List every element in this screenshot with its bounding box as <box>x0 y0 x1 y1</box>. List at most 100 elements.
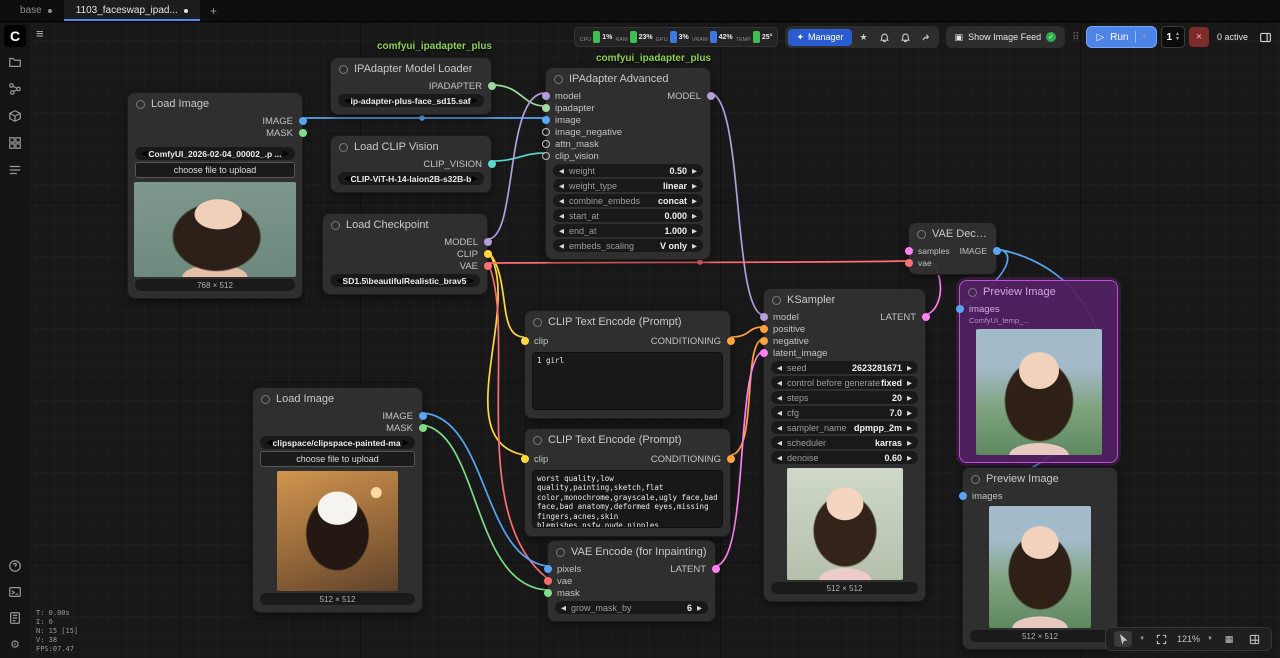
menu-icon[interactable]: ≡ <box>36 26 44 41</box>
grid-toggle-icon[interactable]: ▦ <box>1220 631 1238 647</box>
mask-output-slot[interactable] <box>299 129 307 137</box>
collapse-dot[interactable] <box>971 475 980 484</box>
workflows-icon[interactable] <box>7 54 23 70</box>
image-negative-input-slot[interactable] <box>542 128 550 136</box>
latent-output-slot[interactable] <box>712 565 720 573</box>
conditioning-output-slot[interactable] <box>727 455 735 463</box>
notification-bell-icon[interactable] <box>876 29 894 46</box>
alert-bell-icon[interactable] <box>897 29 915 46</box>
collapse-dot[interactable] <box>968 288 977 297</box>
clip-input-slot[interactable] <box>521 337 529 345</box>
upload-button[interactable]: choose file to upload <box>135 162 295 178</box>
settings-icon[interactable]: ⚙ <box>7 636 23 652</box>
pixels-input-slot[interactable] <box>544 565 552 573</box>
increment-arrow-icon[interactable]: ▶ <box>402 437 409 448</box>
checkpoint-file-combo[interactable]: ◀ SD1.5\beautifulRealistic_brav5... ▶ <box>330 274 480 287</box>
start-at-widget[interactable]: ◀start_at0.000▶ <box>553 209 703 222</box>
model-input-slot[interactable] <box>760 313 768 321</box>
scheduler-widget[interactable]: ◀schedulerkarras▶ <box>771 436 918 449</box>
control-before-generate-widget[interactable]: ◀control before generatefixed▶ <box>771 376 918 389</box>
weight-widget[interactable]: ◀weight0.50▶ <box>553 164 703 177</box>
prompt-textarea[interactable]: 1 girl <box>532 352 723 410</box>
star-icon[interactable]: ★ <box>855 29 873 46</box>
node-clip-text-encode-positive[interactable]: CLIP Text Encode (Prompt) clip CONDITION… <box>524 310 731 419</box>
sampler-name-widget[interactable]: ◀sampler_namedpmpp_2m▶ <box>771 421 918 434</box>
node-ipadapter-advanced[interactable]: IPAdapter Advanced model MODEL ipadapter… <box>545 67 711 260</box>
batch-count-stepper[interactable]: 1 ▲▼ <box>1161 26 1185 48</box>
image-output-slot[interactable] <box>993 247 1001 255</box>
collapse-dot[interactable] <box>331 221 340 230</box>
extensions-icon[interactable] <box>7 135 23 151</box>
collapse-dot[interactable] <box>533 436 542 445</box>
new-tab-button[interactable]: + <box>200 0 227 21</box>
queue-icon[interactable] <box>7 162 23 178</box>
vae-output-slot[interactable] <box>484 262 492 270</box>
run-button[interactable]: ▷ Run ▼ <box>1086 26 1157 48</box>
node-ksampler[interactable]: KSampler model LATENT positive negative … <box>763 288 926 602</box>
collapse-dot[interactable] <box>556 548 565 557</box>
node-ipadapter-model-loader[interactable]: IPAdapter Model Loader IPADAPTER ◀ ip-ad… <box>330 57 492 115</box>
node-load-image-bottom[interactable]: Load Image IMAGE MASK ◀ clipspace/clipsp… <box>252 387 423 613</box>
samples-input-slot[interactable] <box>905 247 913 255</box>
pointer-tool-icon[interactable] <box>1114 631 1132 647</box>
clip-output-slot[interactable] <box>484 250 492 258</box>
manager-button[interactable]: ✦ Manager <box>788 29 851 46</box>
collapse-dot[interactable] <box>261 395 270 404</box>
images-input-slot[interactable] <box>959 492 967 500</box>
prompt-textarea[interactable]: worst quality,low quality,painting,sketc… <box>532 470 723 528</box>
collapse-dot[interactable] <box>772 296 781 305</box>
image-file-combo[interactable]: ◀ clipspace/clipspace-painted-ma ... ▶ <box>260 436 415 449</box>
latent-image-input-slot[interactable] <box>760 349 768 357</box>
vae-input-slot[interactable] <box>544 577 552 585</box>
increment-arrow-icon[interactable]: ▶ <box>471 173 478 184</box>
negative-input-slot[interactable] <box>760 337 768 345</box>
grow-mask-by-widget[interactable]: ◀grow_mask_by6▶ <box>555 601 708 614</box>
minimap-toggle-icon[interactable] <box>1245 631 1263 647</box>
chevron-down-icon[interactable]: ▼ <box>1207 636 1213 642</box>
ipadapter-output-slot[interactable] <box>488 82 496 90</box>
positive-input-slot[interactable] <box>760 325 768 333</box>
fit-view-icon[interactable] <box>1152 631 1170 647</box>
weight-type-widget[interactable]: ◀weight_typelinear▶ <box>553 179 703 192</box>
collapse-dot[interactable] <box>554 75 563 84</box>
collapse-dot[interactable] <box>136 100 145 109</box>
collapse-dot[interactable] <box>339 65 348 74</box>
tab-base[interactable]: base <box>8 0 64 21</box>
stepper-arrows-icon[interactable]: ▲▼ <box>1175 32 1180 43</box>
node-load-clip-vision[interactable]: Load CLIP Vision CLIP_VISION ◀ CLIP-ViT-… <box>330 135 492 193</box>
cfg-widget[interactable]: ◀cfg7.0▶ <box>771 406 918 419</box>
logs-icon[interactable] <box>7 610 23 626</box>
clip-vision-output-slot[interactable] <box>488 160 496 168</box>
collapse-dot[interactable] <box>533 318 542 327</box>
model-input-slot[interactable] <box>542 92 550 100</box>
share-icon[interactable] <box>918 29 936 46</box>
node-preview-image-selected[interactable]: Preview Image images ComfyUI_temp_... <box>959 280 1118 463</box>
images-input-slot[interactable] <box>956 305 964 313</box>
end-at-widget[interactable]: ◀end_at1.000▶ <box>553 224 703 237</box>
node-vae-decode[interactable]: VAE Deco... samples IMAGE vae <box>908 222 997 275</box>
clip-input-slot[interactable] <box>521 455 529 463</box>
increment-arrow-icon[interactable]: ▶ <box>467 275 474 286</box>
image-output-slot[interactable] <box>419 412 427 420</box>
image-input-slot[interactable] <box>542 116 550 124</box>
zoom-level-label[interactable]: 121% <box>1177 634 1200 644</box>
node-library-icon[interactable] <box>7 81 23 97</box>
steps-widget[interactable]: ◀steps20▶ <box>771 391 918 404</box>
embeds-scaling-widget[interactable]: ◀embeds_scalingV only▶ <box>553 239 703 252</box>
clip-vision-file-combo[interactable]: ◀ CLIP-ViT-H-14-laion2B-s32B-b... ▶ <box>338 172 484 185</box>
vae-input-slot[interactable] <box>905 259 913 267</box>
node-clip-text-encode-negative[interactable]: CLIP Text Encode (Prompt) clip CONDITION… <box>524 428 731 537</box>
comfyui-logo[interactable]: C <box>4 25 26 47</box>
node-preview-image-bottom[interactable]: Preview Image images 512 × 512 <box>962 467 1118 650</box>
node-vae-encode-inpainting[interactable]: VAE Encode (for Inpainting) pixels LATEN… <box>547 540 716 622</box>
image-output-slot[interactable] <box>299 117 307 125</box>
cancel-button[interactable]: × <box>1189 27 1209 47</box>
increment-arrow-icon[interactable]: ▶ <box>282 148 289 159</box>
terminal-icon[interactable] <box>7 584 23 600</box>
mask-input-slot[interactable] <box>544 589 552 597</box>
mask-output-slot[interactable] <box>419 424 427 432</box>
combine-embeds-widget[interactable]: ◀combine_embedsconcat▶ <box>553 194 703 207</box>
attn-mask-input-slot[interactable] <box>542 140 550 148</box>
model-library-icon[interactable] <box>7 108 23 124</box>
node-load-image-top[interactable]: Load Image IMAGE MASK ◀ ComfyUI_2026-02-… <box>127 92 303 299</box>
